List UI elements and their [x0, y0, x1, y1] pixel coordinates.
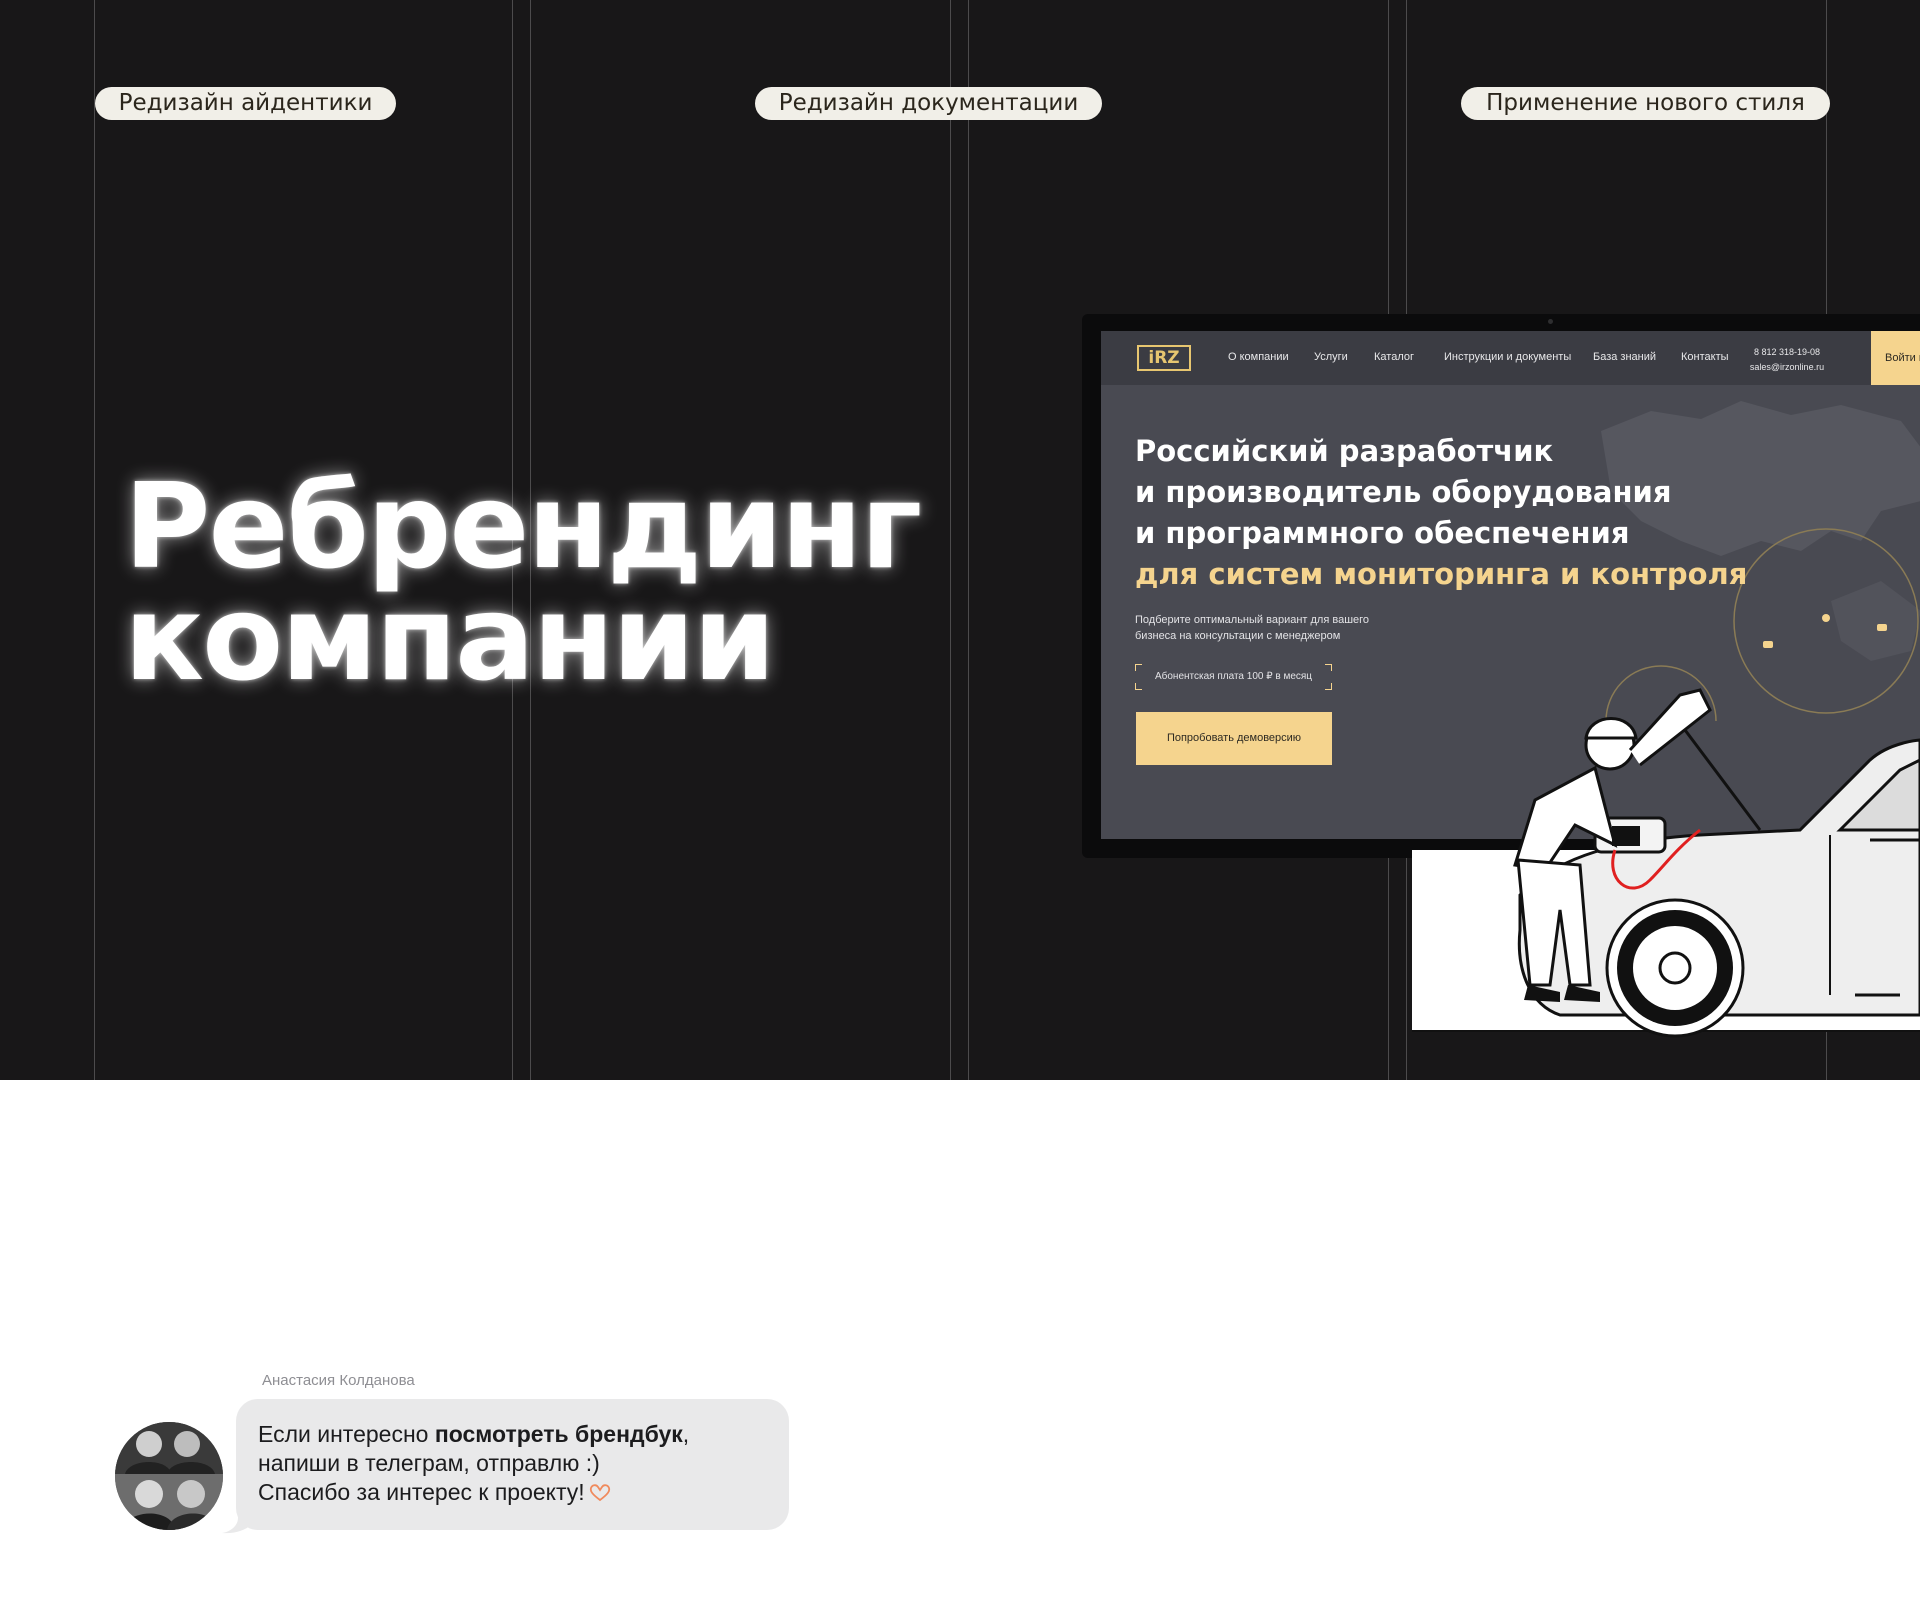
- headline-line2: и производитель оборудования: [1135, 475, 1672, 509]
- avatar-photo-icon: [115, 1422, 223, 1530]
- nav-docs[interactable]: Инструкции и документы: [1444, 351, 1571, 363]
- nav-contacts[interactable]: Контакты: [1681, 351, 1729, 363]
- subscription-tag: Абонентская плата 100 ₽ в месяц: [1135, 664, 1332, 690]
- website-subtext: Подберите оптимальный вариант для вашего…: [1135, 614, 1370, 642]
- chat-line3: Спасибо за интерес к проекту!: [258, 1478, 689, 1507]
- hero-title-line1: Ребрендинг: [124, 457, 922, 595]
- chat-author-name: Анастасия Колданова: [262, 1372, 415, 1389]
- phone-number[interactable]: 8 812 318-19-08: [1749, 345, 1825, 360]
- headline-line3: и программного обеспечения: [1135, 516, 1630, 550]
- demo-button[interactable]: Попробовать демоверсию: [1136, 712, 1332, 765]
- mechanic-car-illustration: [1412, 688, 1920, 1038]
- chat-message: Если интересно посмотреть брендбук, напи…: [258, 1420, 689, 1507]
- website-headline: Российский разработчик и производитель о…: [1135, 431, 1747, 595]
- stage-pill-identity: Редизайн айдентики: [95, 87, 396, 120]
- stage-pill-new-style: Применение нового стиля: [1461, 87, 1830, 120]
- author-avatar[interactable]: [115, 1422, 223, 1530]
- chat-bubble: Если интересно посмотреть брендбук, напи…: [236, 1399, 789, 1530]
- nav-knowledge[interactable]: База знаний: [1593, 351, 1656, 363]
- headline-accent: для систем мониторинга и контроля: [1135, 557, 1748, 591]
- chat-line1: Если интересно посмотреть брендбук,: [258, 1421, 690, 1447]
- hero-title-line2: компании: [124, 569, 776, 707]
- nav-services[interactable]: Услуги: [1314, 351, 1348, 363]
- chat-line2: напиши в телеграм, отправлю :): [258, 1450, 600, 1476]
- stage-pill-documentation: Редизайн документации: [755, 87, 1102, 120]
- irz-logo[interactable]: iRZ: [1137, 345, 1191, 371]
- contact-block: 8 812 318-19-08 sales@irzonline.ru: [1749, 345, 1825, 375]
- login-button[interactable]: Войти в: [1871, 331, 1920, 385]
- website-navbar: iRZ О компании Услуги Каталог Инструкции…: [1101, 331, 1920, 385]
- grid-line: [950, 0, 951, 1080]
- hero-title: Ребрендинг компании: [124, 457, 922, 707]
- grid-line: [968, 0, 969, 1080]
- nav-about[interactable]: О компании: [1228, 351, 1289, 363]
- email-address[interactable]: sales@irzonline.ru: [1749, 360, 1825, 375]
- headline-line1: Российский разработчик: [1135, 434, 1554, 468]
- nav-catalog[interactable]: Каталог: [1374, 351, 1414, 363]
- heart-hands-icon: [589, 1484, 610, 1502]
- grid-line: [94, 0, 95, 1080]
- subscription-tag-label: Абонентская плата 100 ₽ в месяц: [1154, 671, 1313, 682]
- camera-dot: [1548, 319, 1553, 324]
- chat-bold-brandbook: посмотреть брендбук: [434, 1421, 683, 1447]
